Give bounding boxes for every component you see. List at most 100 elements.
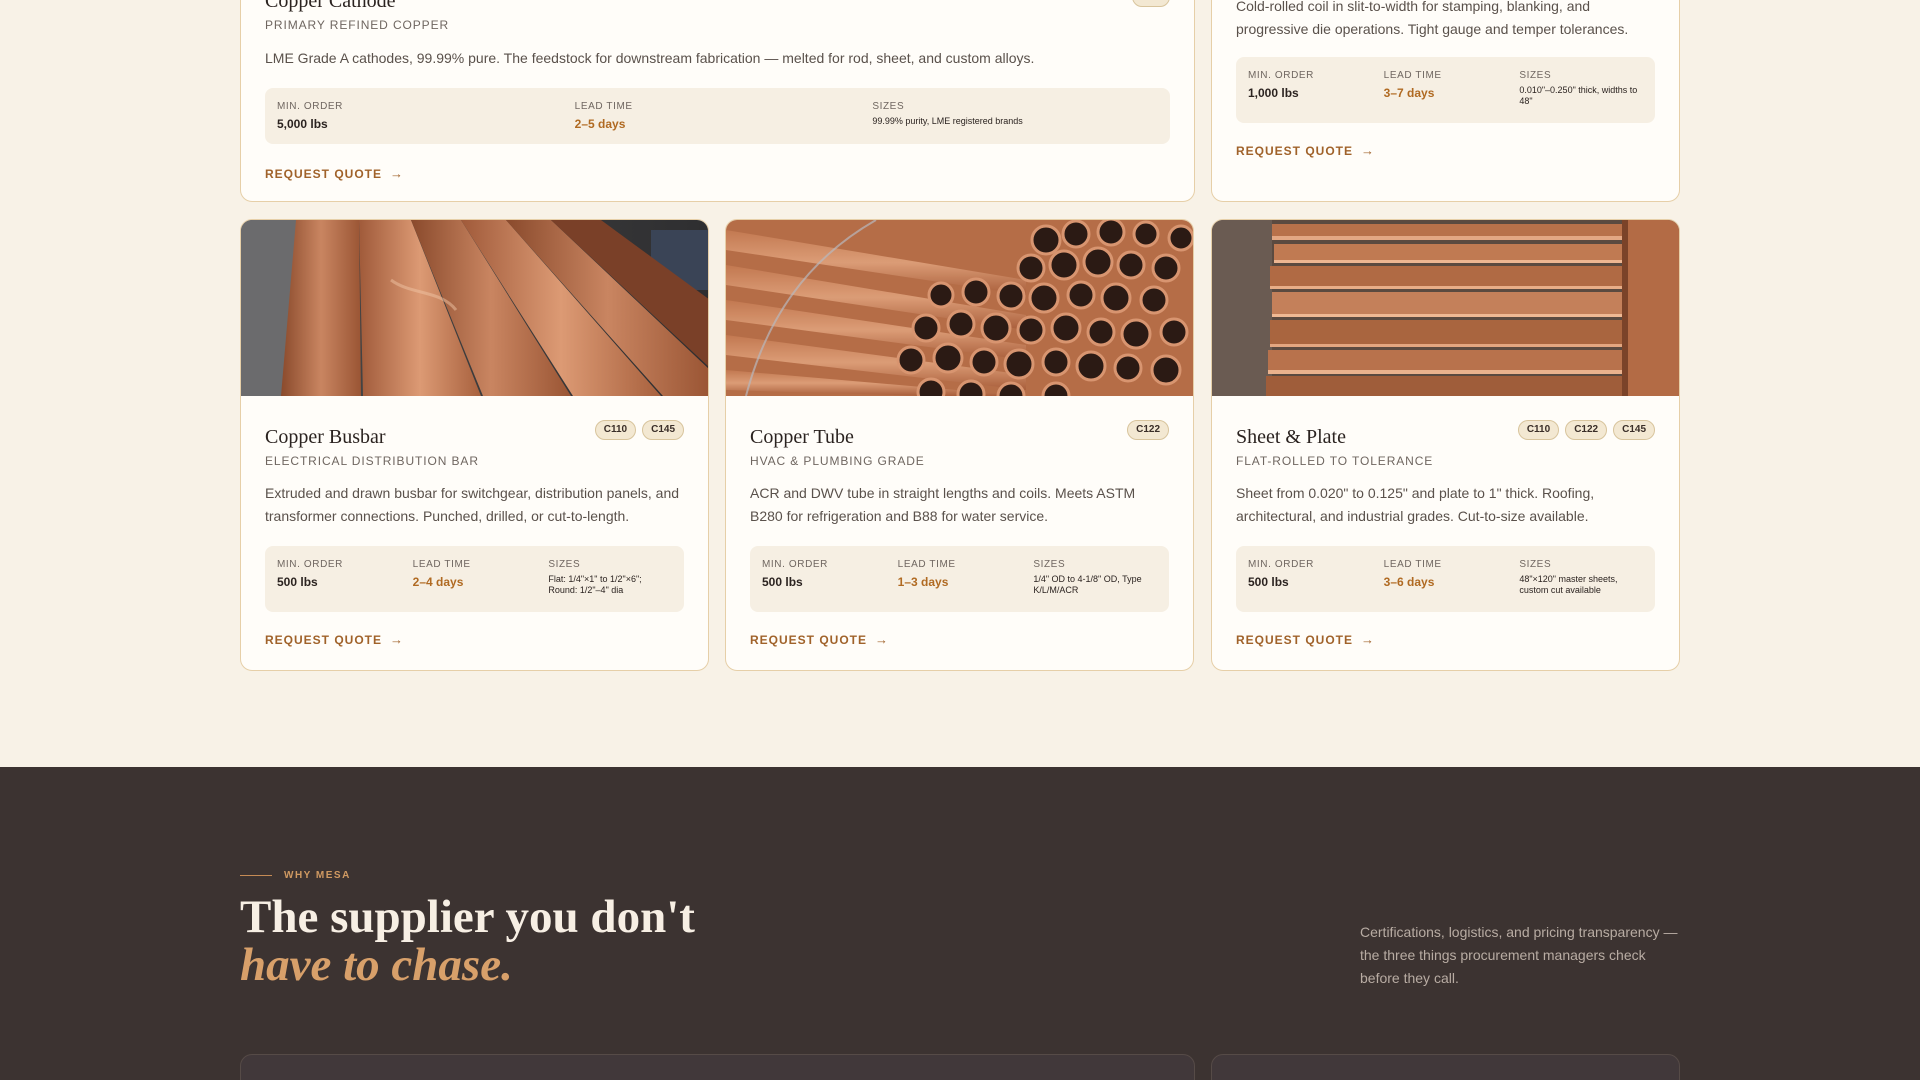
spec-label: Lead Time bbox=[574, 101, 633, 112]
eyebrow-divider bbox=[240, 875, 272, 876]
spec-value: 1,000 lbs bbox=[1248, 86, 1299, 100]
product-card-busbar: Copper Busbar Electrical Distribution Ba… bbox=[240, 219, 709, 671]
spec-min-order: Min. Order 5,000 lbs bbox=[277, 101, 563, 132]
card-subtitle: Electrical Distribution Bar bbox=[265, 454, 479, 468]
arrow-right-icon: → bbox=[390, 166, 405, 181]
spec-min-order: Min. Order 500 lbs bbox=[762, 559, 886, 600]
grade-badge: C145 bbox=[1613, 420, 1655, 440]
grade-badge: C110 bbox=[1517, 420, 1560, 440]
request-quote-link[interactable]: Request Quote → bbox=[1236, 632, 1375, 647]
card-subtitle: Primary Refined Copper bbox=[265, 18, 450, 32]
spec-label: Lead Time bbox=[1383, 70, 1442, 81]
spec-label: Min. Order bbox=[762, 559, 828, 570]
spec-value: 0.010"–0.250" thick, widths to 48" bbox=[1519, 85, 1638, 106]
grade-badges: C110 C145 bbox=[594, 420, 684, 440]
product-card-strip: Cold-rolled coil in slit-to-width for st… bbox=[1211, 0, 1680, 202]
request-quote-link[interactable]: Request Quote → bbox=[265, 632, 404, 647]
request-quote-label: Request Quote bbox=[1236, 632, 1354, 647]
grade-badges: C110 C122 C145 bbox=[1517, 420, 1655, 440]
spec-lead-time: Lead Time 2–5 days bbox=[575, 101, 861, 132]
spec-label: Min. Order bbox=[277, 559, 343, 570]
arrow-right-icon: → bbox=[1361, 143, 1376, 158]
section-headline: The supplier you don't have to chase. bbox=[240, 893, 695, 989]
headline-main: The supplier you don't bbox=[240, 891, 695, 943]
grade-badges: C122 bbox=[1127, 420, 1169, 440]
card-title: Copper Cathode bbox=[265, 0, 396, 12]
card-description: ACR and DWV tube in straight lengths and… bbox=[750, 485, 1136, 524]
spec-label: Sizes bbox=[1519, 70, 1552, 81]
spec-value: 2–4 days bbox=[412, 575, 464, 589]
spec-min-order: Min. Order 500 lbs bbox=[1248, 559, 1372, 600]
request-quote-label: Request Quote bbox=[265, 166, 383, 181]
arrow-right-icon: → bbox=[875, 632, 890, 647]
arrow-right-icon: → bbox=[1361, 632, 1376, 647]
spec-sizes: Sizes 1/4" OD to 4-1/8" OD, Type K/L/M/A… bbox=[1033, 559, 1157, 600]
grade-badge: C122 bbox=[1565, 420, 1608, 440]
grade-badge: C122 bbox=[1127, 420, 1169, 440]
card-description: Extruded and drawn busbar for switchgear… bbox=[265, 485, 680, 524]
grade-badge bbox=[1132, 0, 1170, 7]
request-quote-label: Request Quote bbox=[265, 632, 383, 647]
spec-label: Sizes bbox=[1519, 559, 1552, 570]
spec-min-order: Min. Order 1,000 lbs bbox=[1248, 70, 1372, 111]
grade-badges bbox=[1132, 0, 1170, 7]
spec-lead-time: Lead Time 2–4 days bbox=[413, 559, 537, 600]
spec-value: 1/4" OD to 4-1/8" OD, Type K/L/M/ACR bbox=[1033, 574, 1142, 595]
headline-accent: have to chase. bbox=[240, 939, 513, 991]
spec-panel: Min. Order 500 lbs Lead Time 1–3 days Si… bbox=[750, 546, 1169, 612]
spec-value: Flat: 1/4"×1" to 1/2"×6"; Round: 1/2"–4"… bbox=[548, 574, 642, 595]
spec-label: Min. Order bbox=[1248, 70, 1314, 81]
sheet-photo bbox=[1212, 220, 1679, 396]
spec-label: Lead Time bbox=[412, 559, 471, 570]
card-description: LME Grade A cathodes, 99.99% pure. The f… bbox=[265, 50, 1035, 66]
busbar-image bbox=[241, 220, 708, 396]
spec-value: 5,000 lbs bbox=[277, 117, 328, 131]
section-eyebrow: WHY MESA bbox=[240, 870, 351, 881]
spec-sizes: Sizes Flat: 1/4"×1" to 1/2"×6"; Round: 1… bbox=[548, 559, 672, 600]
spec-label: Sizes bbox=[548, 559, 581, 570]
arrow-right-icon: → bbox=[390, 632, 405, 647]
card-title: Copper Tube bbox=[750, 426, 854, 448]
spec-value: 500 lbs bbox=[277, 575, 318, 589]
spec-panel: Min. Order 500 lbs Lead Time 3–6 days Si… bbox=[1236, 546, 1655, 612]
spec-label: Lead Time bbox=[897, 559, 956, 570]
spec-lead-time: Lead Time 3–7 days bbox=[1384, 70, 1508, 111]
card-description: Cold-rolled coil in slit-to-width for st… bbox=[1236, 0, 1629, 37]
grade-badge: C110 bbox=[594, 420, 637, 440]
request-quote-label: Request Quote bbox=[1236, 143, 1354, 158]
request-quote-link[interactable]: Request Quote → bbox=[265, 166, 404, 181]
tube-photo bbox=[726, 220, 1193, 396]
spec-label: Min. Order bbox=[277, 101, 343, 112]
spec-value: 2–5 days bbox=[574, 117, 626, 131]
spec-label: Sizes bbox=[1033, 559, 1066, 570]
spec-value: 99.99% purity, LME registered brands bbox=[872, 116, 1023, 126]
busbar-photo bbox=[241, 220, 708, 396]
spec-lead-time: Lead Time 1–3 days bbox=[898, 559, 1022, 600]
tube-image bbox=[726, 220, 1193, 396]
spec-value: 500 lbs bbox=[762, 575, 803, 589]
spec-sizes: Sizes 99.99% purity, LME registered bran… bbox=[872, 101, 1158, 132]
card-subtitle: Flat-Rolled to Tolerance bbox=[1236, 454, 1434, 468]
spec-sizes: Sizes 0.010"–0.250" thick, widths to 48" bbox=[1519, 70, 1643, 111]
grade-badge: C145 bbox=[642, 420, 684, 440]
spec-label: Sizes bbox=[872, 101, 905, 112]
product-card-cathode: Copper Cathode Primary Refined Copper LM… bbox=[240, 0, 1195, 202]
spec-value: 48"×120" master sheets, custom cut avail… bbox=[1519, 574, 1618, 595]
card-subtitle: HVAC & Plumbing Grade bbox=[750, 454, 925, 468]
sheet-image bbox=[1212, 220, 1679, 396]
spec-label: Min. Order bbox=[1248, 559, 1314, 570]
request-quote-link[interactable]: Request Quote → bbox=[1236, 143, 1375, 158]
request-quote-link[interactable]: Request Quote → bbox=[750, 632, 889, 647]
card-description: Sheet from 0.020" to 0.125" and plate to… bbox=[1236, 485, 1595, 524]
product-card-tube: Copper Tube HVAC & Plumbing Grade C122 A… bbox=[725, 219, 1194, 671]
spec-min-order: Min. Order 500 lbs bbox=[277, 559, 401, 600]
spec-value: 3–7 days bbox=[1383, 86, 1435, 100]
section-note: Certifications, logistics, and pricing t… bbox=[1360, 924, 1678, 986]
request-quote-label: Request Quote bbox=[750, 632, 868, 647]
spec-lead-time: Lead Time 3–6 days bbox=[1384, 559, 1508, 600]
spec-value: 3–6 days bbox=[1383, 575, 1435, 589]
spec-panel: Min. Order 5,000 lbs Lead Time 2–5 days … bbox=[265, 88, 1170, 144]
feature-card bbox=[1211, 1054, 1680, 1080]
spec-label: Lead Time bbox=[1383, 559, 1442, 570]
spec-value: 1–3 days bbox=[897, 575, 949, 589]
